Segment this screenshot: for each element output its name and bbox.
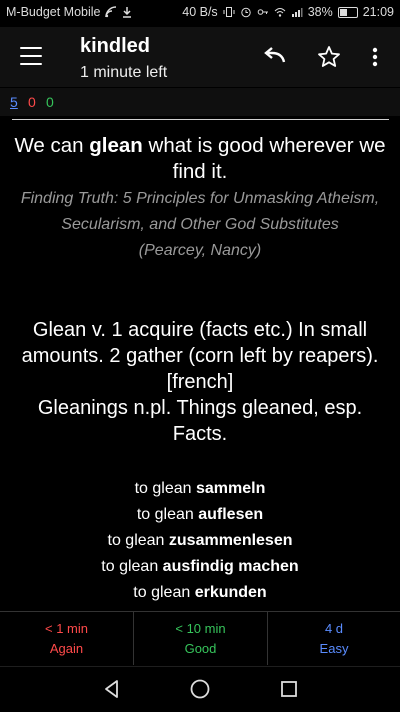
- again-label: Again: [49, 641, 84, 656]
- undo-icon[interactable]: [262, 44, 288, 70]
- easy-label: Easy: [319, 641, 349, 656]
- translations-list: to glean sammeln to glean auflesen to gl…: [0, 476, 400, 606]
- back-icon[interactable]: [100, 677, 124, 701]
- easy-interval: 4 d: [324, 621, 344, 636]
- recents-icon[interactable]: [277, 677, 301, 701]
- clock: 21:09: [362, 5, 394, 19]
- source-title: Finding Truth: 5 Principles for Unmaskin…: [20, 190, 380, 233]
- network-speed: 40 B/s: [182, 5, 218, 19]
- download-icon: [122, 7, 131, 18]
- learning-count: 0: [28, 94, 36, 110]
- definition-line-2: Gleanings n.pl. Things gleaned, esp. Fac…: [37, 397, 363, 445]
- easy-button[interactable]: 4 d Easy: [267, 612, 400, 665]
- good-interval: < 10 min: [175, 621, 226, 636]
- answer-buttons: < 1 min Again < 10 min Good 4 d Easy: [0, 611, 400, 666]
- translation-item: to glean erkunden: [133, 584, 267, 601]
- signal-icon: [291, 8, 303, 17]
- translation-item: to glean sammeln: [134, 480, 266, 497]
- wifi-icon: [274, 8, 286, 17]
- cast-icon: [104, 6, 116, 18]
- new-count: 5: [10, 94, 18, 110]
- menu-icon[interactable]: [20, 47, 42, 65]
- status-right: 40 B/s 38% 21:09: [182, 5, 394, 19]
- battery-percent: 38%: [307, 5, 333, 19]
- card-content[interactable]: We can glean what is good wherever we fi…: [0, 120, 400, 610]
- translation-item: to glean auflesen: [136, 506, 264, 523]
- carrier-name: M-Budget Mobile: [6, 5, 101, 19]
- vibrate-icon: [223, 7, 235, 17]
- source-author: (Pearcey, Nancy): [138, 242, 262, 259]
- time-left: 1 minute left: [80, 64, 168, 81]
- status-left: M-Budget Mobile: [6, 5, 133, 19]
- again-interval: < 1 min: [45, 621, 88, 636]
- battery-icon: [337, 6, 358, 18]
- key-icon: [257, 9, 268, 15]
- translation-item: to glean ausfindig machen: [101, 558, 299, 575]
- quote-suffix: what is good wherever we find it.: [142, 134, 386, 183]
- good-label: Good: [184, 641, 217, 656]
- app-toolbar: kindled 1 minute left: [0, 27, 400, 87]
- deck-title: kindled: [80, 35, 151, 57]
- home-icon[interactable]: [188, 677, 212, 701]
- good-button[interactable]: < 10 min Good: [133, 612, 267, 665]
- card-counts: 5 0 0: [0, 88, 400, 116]
- status-bar: M-Budget Mobile 40 B/s 38% 21:09: [0, 0, 400, 27]
- quote-keyword: glean: [89, 134, 143, 157]
- system-nav-bar: [0, 666, 400, 712]
- definition-line-1: Glean v. 1 acquire (facts etc.) In small…: [21, 319, 379, 393]
- quote-text: We can glean what is good wherever we fi…: [10, 133, 390, 185]
- alarm-icon: [240, 7, 251, 18]
- definition: Glean v. 1 acquire (facts etc.) In small…: [8, 317, 392, 447]
- review-count: 0: [46, 94, 54, 110]
- again-button[interactable]: < 1 min Again: [0, 612, 133, 665]
- quote-prefix: We can: [14, 134, 90, 157]
- more-vert-icon[interactable]: [362, 44, 388, 70]
- translation-item: to glean zusammenlesen: [107, 532, 293, 549]
- quote-source: Finding Truth: 5 Principles for Unmaskin…: [10, 186, 390, 264]
- star-icon[interactable]: [316, 44, 342, 70]
